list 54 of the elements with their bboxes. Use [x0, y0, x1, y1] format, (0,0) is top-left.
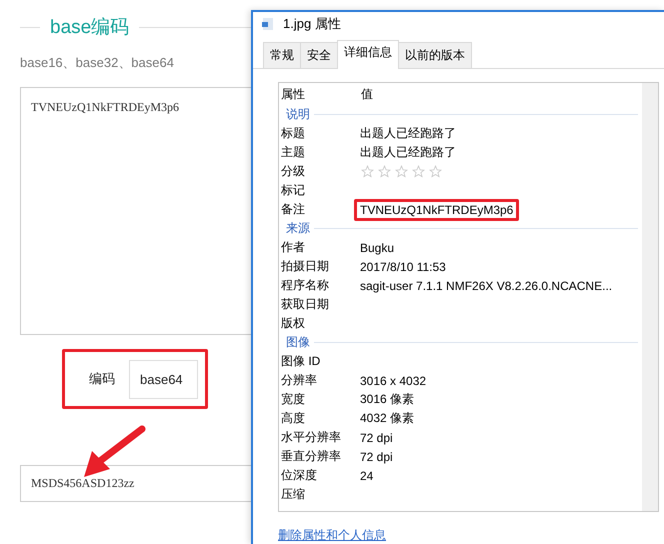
- property-name: 拍摄日期: [281, 258, 330, 275]
- property-name: 版权: [281, 315, 306, 332]
- property-value: 2017/8/10 11:53: [359, 258, 447, 274]
- star-icon: [429, 165, 442, 178]
- group-header: 说明: [286, 106, 310, 123]
- property-name: 程序名称: [281, 277, 330, 294]
- star-icon: [378, 165, 391, 178]
- property-name: 水平分辨率: [281, 429, 342, 446]
- property-value: 3016 x 4032: [359, 372, 428, 388]
- group-header: 来源: [286, 220, 310, 237]
- property-name: 标题: [281, 125, 306, 142]
- property-value: 3016 像素: [359, 391, 416, 408]
- property-value: 4032 像素: [359, 410, 416, 427]
- remove-properties-link[interactable]: 删除属性和个人信息: [278, 527, 386, 544]
- property-name: 分辨率: [281, 372, 318, 389]
- property-value: 出题人已经跑路了: [359, 144, 457, 161]
- arrow-drawing: [82, 425, 146, 479]
- property-name: 位深度: [281, 467, 318, 484]
- property-name: 图像 ID: [281, 353, 322, 370]
- property-value: sagit-user 7.1.1 NMF26X V8.2.26.0.NCACNE...: [359, 278, 614, 294]
- tab[interactable]: 常规: [263, 42, 301, 68]
- tab[interactable]: 以前的版本: [398, 42, 472, 68]
- page-title: base编码: [50, 16, 130, 40]
- encoding-label: 编码: [89, 370, 115, 388]
- star-rating[interactable]: [361, 165, 442, 178]
- property-name: 主题: [281, 144, 306, 161]
- property-name: 分级: [281, 163, 306, 180]
- file-icon: [261, 17, 275, 31]
- window-title: 1.jpg 属性: [283, 15, 341, 33]
- column-header[interactable]: 属性: [281, 86, 361, 102]
- property-name: 高度: [281, 410, 306, 427]
- property-name: 备注: [281, 201, 306, 218]
- property-value: 72 dpi: [359, 430, 394, 446]
- property-name: 获取日期: [281, 296, 330, 313]
- property-name: 压缩: [281, 486, 306, 503]
- page-subtitle: base16、base32、base64: [20, 54, 174, 72]
- property-name: 垂直分辨率: [281, 448, 342, 465]
- property-value: Bugku: [359, 240, 396, 256]
- tab[interactable]: 安全: [300, 42, 338, 68]
- property-name: 作者: [281, 239, 306, 256]
- property-value: 出题人已经跑路了: [359, 125, 457, 142]
- property-name: 宽度: [281, 391, 306, 408]
- star-icon: [412, 165, 425, 178]
- tab[interactable]: 详细信息: [337, 40, 399, 69]
- property-name: 标记: [281, 182, 306, 199]
- star-icon: [395, 165, 408, 178]
- star-icon: [361, 165, 374, 178]
- property-value: 24: [359, 468, 374, 484]
- encoding-select[interactable]: base64: [129, 360, 198, 398]
- property-value: TVNEUzQ1NkFTRDEyM3p6: [354, 198, 520, 220]
- scrollbar[interactable]: [642, 83, 658, 511]
- property-value: 72 dpi: [359, 448, 394, 464]
- column-header[interactable]: 值: [361, 86, 642, 102]
- group-header: 图像: [286, 334, 310, 351]
